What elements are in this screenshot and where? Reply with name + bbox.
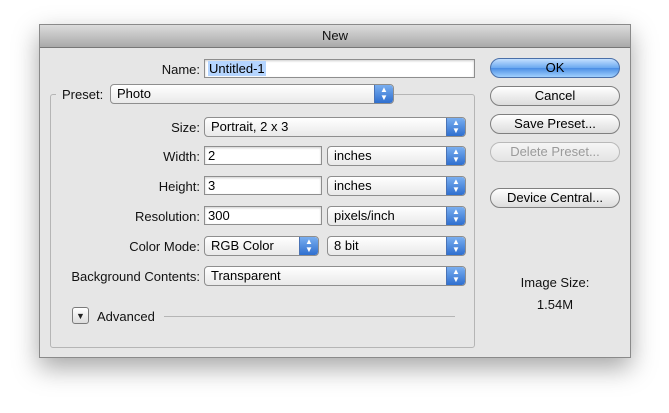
updown-arrows-icon: ▲ ▼ [446, 207, 465, 225]
bit-depth-select[interactable]: 8 bit ▲ ▼ [327, 236, 466, 256]
updown-arrows-icon: ▲ ▼ [446, 118, 465, 136]
advanced-separator [164, 316, 455, 317]
name-label: Name: [161, 62, 200, 77]
delete-preset-button[interactable]: Delete Preset... [490, 142, 620, 162]
updown-arrows-icon: ▲ ▼ [299, 237, 318, 255]
updown-arrows-icon: ▲ ▼ [374, 85, 393, 103]
advanced-label[interactable]: Advanced [97, 309, 155, 324]
updown-arrows-icon: ▲ ▼ [446, 237, 465, 255]
size-value: Portrait, 2 x 3 [211, 119, 289, 134]
resolution-label: Resolution: [134, 209, 200, 224]
preset-select[interactable]: Photo ▲ ▼ [110, 84, 394, 104]
preset-label: Preset: [62, 87, 104, 102]
size-select[interactable]: Portrait, 2 x 3 ▲ ▼ [204, 117, 466, 137]
color-mode-label: Color Mode: [129, 239, 200, 254]
width-label: Width: [163, 149, 200, 164]
updown-arrows-icon: ▲ ▼ [446, 177, 465, 195]
bit-depth-value: 8 bit [334, 238, 359, 253]
width-input[interactable]: 2 [204, 146, 322, 165]
new-document-dialog: New Name: Untitled-1 Preset: Photo ▲ ▼ Si… [39, 24, 631, 358]
size-label: Size: [171, 120, 200, 135]
dialog-title: New [40, 25, 630, 48]
width-unit-select[interactable]: inches ▲ ▼ [327, 146, 466, 166]
resolution-unit-select[interactable]: pixels/inch ▲ ▼ [327, 206, 466, 226]
updown-arrows-icon: ▲ ▼ [446, 267, 465, 285]
device-central-button[interactable]: Device Central... [490, 188, 620, 208]
resolution-unit-value: pixels/inch [334, 208, 395, 223]
height-unit-value: inches [334, 178, 372, 193]
height-label: Height: [158, 179, 200, 194]
color-mode-select[interactable]: RGB Color ▲ ▼ [204, 236, 319, 256]
ok-button[interactable]: OK [490, 58, 620, 78]
image-size-label: Image Size: [520, 275, 590, 290]
name-input[interactable]: Untitled-1 [204, 59, 475, 78]
updown-arrows-icon: ▲ ▼ [446, 147, 465, 165]
triangle-down-icon: ▼ [76, 310, 85, 321]
width-unit-value: inches [334, 148, 372, 163]
background-contents-label: Background Contents: [71, 269, 200, 284]
color-mode-value: RGB Color [211, 238, 274, 253]
resolution-input[interactable]: 300 [204, 206, 322, 225]
image-size-value: 1.54M [536, 297, 574, 312]
advanced-disclosure-button[interactable]: ▼ [72, 307, 89, 324]
save-preset-button[interactable]: Save Preset... [490, 114, 620, 134]
height-unit-select[interactable]: inches ▲ ▼ [327, 176, 466, 196]
name-value: Untitled-1 [208, 61, 266, 76]
background-contents-select[interactable]: Transparent ▲ ▼ [204, 266, 466, 286]
cancel-button[interactable]: Cancel [490, 86, 620, 106]
background-contents-value: Transparent [211, 268, 281, 283]
preset-value: Photo [117, 86, 151, 101]
height-input[interactable]: 3 [204, 176, 322, 195]
